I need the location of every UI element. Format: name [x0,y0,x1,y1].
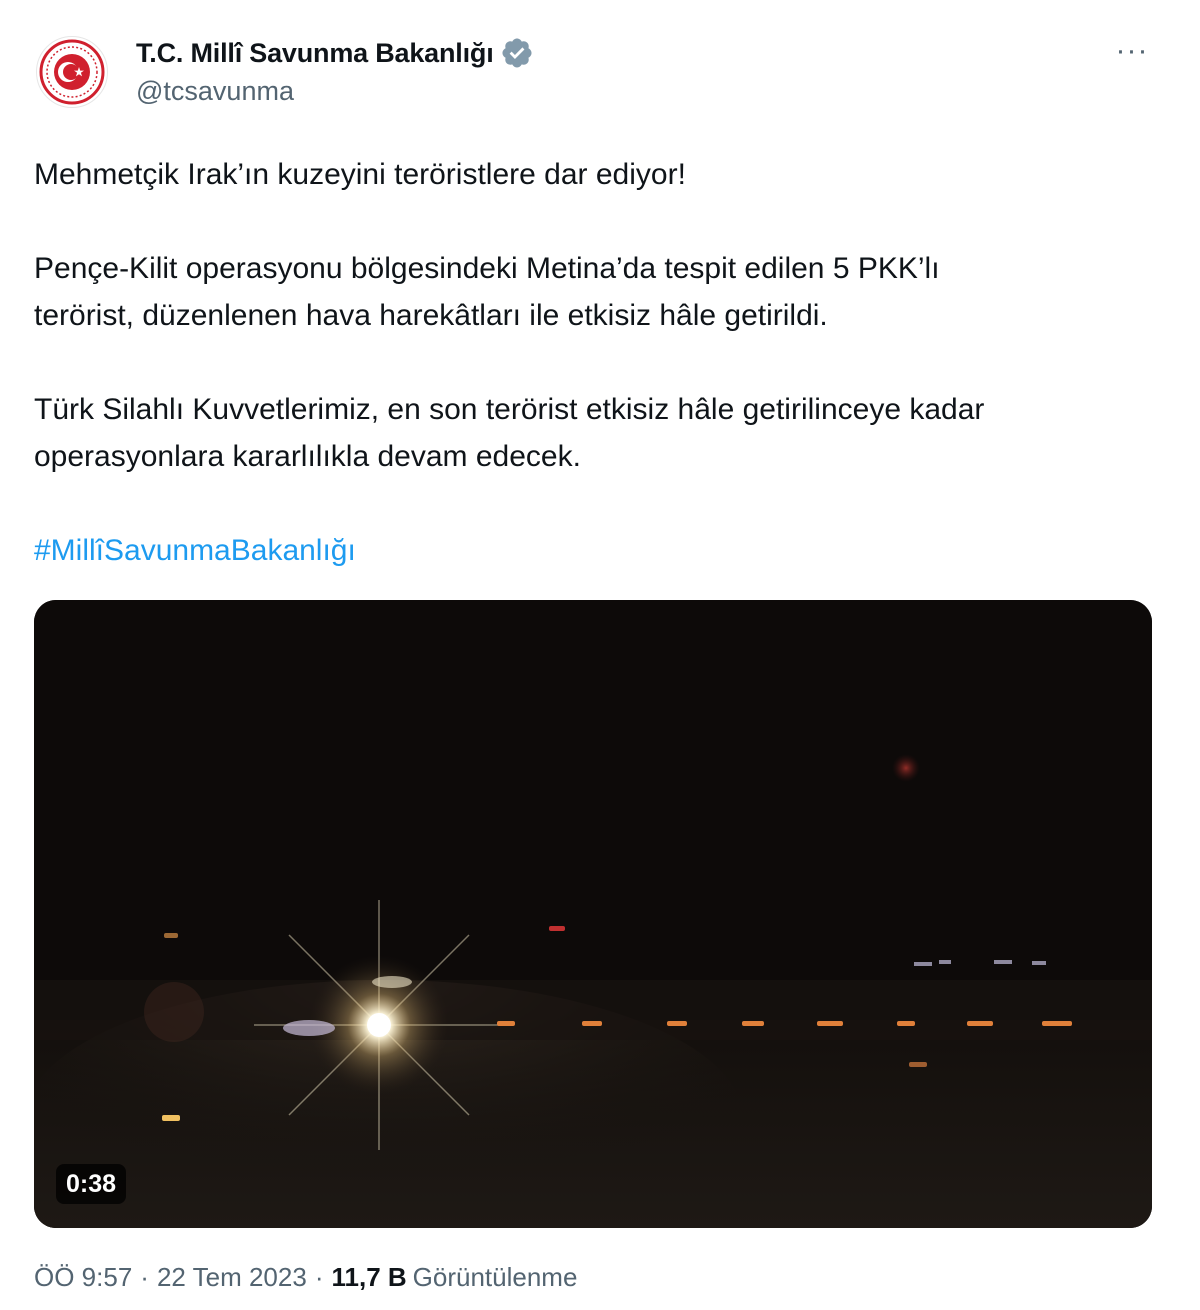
tweet-paragraph-2-line-2: terörist, düzenlenen hava harekâtları il… [34,299,828,332]
account-handle[interactable]: @tcsavunma [136,76,294,107]
account-display-name[interactable]: T.C. Millî Savunma Bakanlığı [136,38,494,69]
ministry-emblem-icon [39,39,105,105]
tweet-text: Mehmetçik Irak’ın kuzeyini teröristlere … [34,151,1164,574]
verified-badge-icon [501,38,532,68]
tweet-paragraph-2-line-1: Pençe-Kilit operasyonu bölgesindeki Meti… [34,252,940,285]
tweet-meta: ÖÖ 9:57 · 22 Tem 2023 · 11,7 B Görüntüle… [34,1262,577,1293]
tweet-date[interactable]: 22 Tem 2023 [157,1262,307,1293]
video-thumbnail [34,600,1152,1228]
views-count: 11,7 B [331,1262,407,1292]
video-duration-badge: 0:38 [56,1164,127,1204]
tweet-paragraph-1-line-1: Mehmetçik Irak’ın kuzeyini teröristlere … [34,158,686,191]
tweet-paragraph-3-line-1: Türk Silahlı Kuvvetlerimiz, en son terör… [34,393,985,426]
hashtag-link[interactable]: #MillîSavunmaBakanlığı [34,534,356,567]
video-player[interactable] [34,600,1152,1228]
account-name-row: T.C. Millî Savunma Bakanlığı [136,34,534,72]
tweet-card: T.C. Millî Savunma Bakanlığı @tcsavunma … [0,0,1200,1310]
meta-separator: · [140,1262,149,1292]
tweet-time[interactable]: ÖÖ 9:57 [34,1262,132,1293]
tweet-paragraph-3-line-2: operasyonlara kararlılıkla devam edecek. [34,440,581,473]
meta-separator: · [314,1262,324,1292]
more-options-icon[interactable]: ··· [1114,34,1150,67]
account-avatar[interactable] [36,36,108,108]
views-label: Görüntülenme [412,1262,578,1292]
